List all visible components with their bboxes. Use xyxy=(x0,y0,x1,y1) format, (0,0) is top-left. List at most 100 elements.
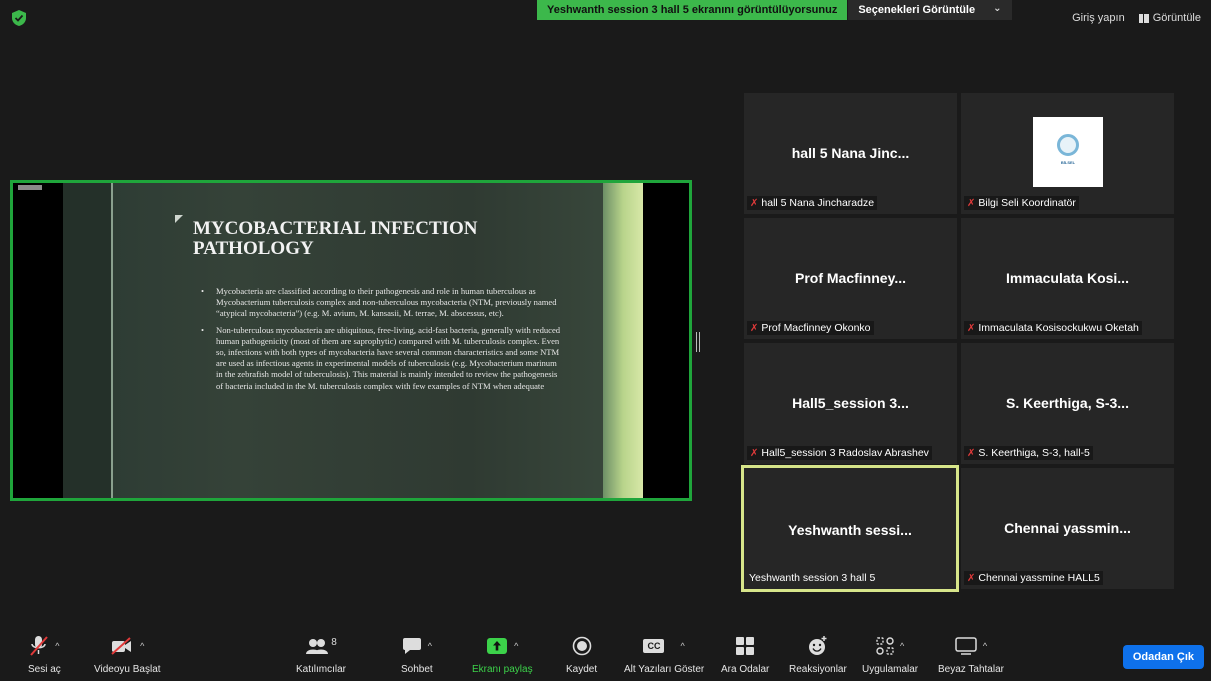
share-screen-label: Ekranı paylaş xyxy=(472,664,533,675)
participant-name: Prof Macfinney... xyxy=(795,270,906,286)
reactions-button[interactable]: Reaksiyonlar xyxy=(789,634,847,675)
slide-bullet: Non-tuberculous mycobacteria are ubiquit… xyxy=(201,325,561,392)
apps-button[interactable]: ^ Uygulamalar xyxy=(862,634,918,675)
mic-muted-icon xyxy=(30,636,49,656)
apps-caret-icon[interactable]: ^ xyxy=(900,641,904,651)
participant-tile[interactable]: Immaculata Kosi... ✗ Immaculata Kosisocku… xyxy=(961,218,1174,339)
participant-label-text: Prof Macfinney Okonko xyxy=(761,322,871,334)
chevron-down-icon[interactable]: ⌄ xyxy=(985,0,1012,20)
apps-label: Uygulamalar xyxy=(862,664,919,675)
participant-label-text: S. Keerthiga, S-3, hall-5 xyxy=(978,447,1090,459)
captions-caret-icon[interactable]: ^ xyxy=(680,641,684,651)
whiteboards-label: Beyaz Tahtalar xyxy=(938,664,1004,675)
participant-tile[interactable]: BİLSEL ✗ Bilgi Seli Koordinatör xyxy=(961,93,1174,214)
shared-screen[interactable]: MYCOBACTERIAL INFECTION PATHOLOGY Mycoba… xyxy=(10,180,692,501)
slide-right-band xyxy=(603,183,643,498)
chat-caret-icon[interactable]: ^ xyxy=(428,641,432,651)
zoom-meeting-window: Yeshwanth session 3 hall 5 ekranını görü… xyxy=(0,0,1211,681)
share-banner-text: Yeshwanth session 3 hall 5 ekranını görü… xyxy=(537,0,848,20)
view-options-button[interactable]: Seçenekleri Görüntüle xyxy=(847,0,986,20)
shield-check-icon[interactable] xyxy=(12,10,26,26)
participant-name: S. Keerthiga, S-3... xyxy=(1006,395,1129,411)
reactions-smiley-icon xyxy=(808,636,827,655)
top-right-controls: Giriş yapın Görüntüle xyxy=(1072,12,1201,24)
audio-caret-icon[interactable]: ^ xyxy=(55,641,59,651)
muted-mic-icon: ✗ xyxy=(750,322,759,334)
participant-tile[interactable]: S. Keerthiga, S-3... ✗ S. Keerthiga, S-3,… xyxy=(961,343,1174,464)
screen-share-banner: Yeshwanth session 3 hall 5 ekranını görü… xyxy=(537,0,1012,20)
participants-count: 8 xyxy=(331,636,337,648)
share-caret-icon[interactable]: ^ xyxy=(514,641,518,651)
muted-mic-icon: ✗ xyxy=(750,447,759,459)
leave-meeting-button[interactable]: Odadan Çık xyxy=(1122,645,1204,669)
participant-name: Hall5_session 3... xyxy=(792,395,909,411)
breakout-rooms-button[interactable]: Ara Odalar xyxy=(721,634,769,675)
split-resize-handle[interactable] xyxy=(696,332,700,352)
participants-label: Katılımcılar xyxy=(296,664,347,675)
participant-label: ✗ Prof Macfinney Okonko xyxy=(747,321,874,335)
participant-label-text: Immaculata Kosisockukwu Oketah xyxy=(978,322,1139,334)
participant-tile-active-speaker[interactable]: Yeshwanth sessi... Yeshwanth session 3 h… xyxy=(741,465,959,592)
record-icon xyxy=(572,636,591,656)
show-captions-button[interactable]: CC ^ Alt Yazıları Göster xyxy=(624,634,704,675)
record-button[interactable]: Kaydet xyxy=(566,634,597,675)
show-captions-label: Alt Yazıları Göster xyxy=(624,664,705,675)
chat-button[interactable]: ^ Sohbet xyxy=(401,634,433,675)
participant-name: Yeshwanth sessi... xyxy=(788,522,912,538)
participant-label: ✗ Bilgi Seli Koordinatör xyxy=(964,196,1079,210)
logo-text: BİLSEL xyxy=(1060,160,1076,165)
chat-label: Sohbet xyxy=(401,664,433,675)
participant-avatar-logo: BİLSEL xyxy=(1033,117,1103,187)
participant-label-text: Chennai yassmine HALL5 xyxy=(978,572,1100,584)
captions-icon: CC xyxy=(643,639,665,653)
slide-corner-mark xyxy=(175,215,183,223)
slide-title: MYCOBACTERIAL INFECTION PATHOLOGY xyxy=(193,218,478,259)
participant-tile[interactable]: Prof Macfinney... ✗ Prof Macfinney Okonko xyxy=(744,218,957,339)
participant-name: Immaculata Kosi... xyxy=(1006,270,1129,286)
whiteboard-icon xyxy=(955,637,977,655)
participant-label: Yeshwanth session 3 hall 5 xyxy=(746,571,878,585)
participant-label: ✗ S. Keerthiga, S-3, hall-5 xyxy=(964,446,1093,460)
share-screen-button[interactable]: ^ Ekranı paylaş xyxy=(472,634,533,675)
participant-label: ✗ hall 5 Nana Jincharadze xyxy=(747,196,878,210)
logo-emblem xyxy=(1057,134,1079,156)
view-layout-icon xyxy=(1138,13,1149,23)
meeting-toolbar: ^ Sesi aç ^ Videoyu Başlat 8 Katılımcıla… xyxy=(0,630,1211,681)
participant-tile[interactable]: hall 5 Nana Jinc... ✗ hall 5 Nana Jinchar… xyxy=(744,93,957,214)
participant-label: ✗ Chennai yassmine HALL5 xyxy=(964,571,1103,585)
muted-mic-icon: ✗ xyxy=(967,572,976,584)
slide-bullet: Mycobacteria are classified according to… xyxy=(201,286,561,320)
start-video-button[interactable]: ^ Videoyu Başlat xyxy=(94,634,161,675)
slide-body: Mycobacteria are classified according to… xyxy=(201,286,561,397)
chat-bubble-icon xyxy=(402,638,421,654)
participant-tile[interactable]: Hall5_session 3... ✗ Hall5_session 3 Rado… xyxy=(744,343,957,464)
slide-left-band xyxy=(63,183,113,498)
sign-in-link[interactable]: Giriş yapın xyxy=(1072,12,1125,24)
participant-label: ✗ Immaculata Kosisockukwu Oketah xyxy=(964,321,1142,335)
participants-button[interactable]: 8 Katılımcılar xyxy=(296,634,347,676)
video-caret-icon[interactable]: ^ xyxy=(140,641,144,651)
participant-name: hall 5 Nana Jinc... xyxy=(791,145,910,161)
whiteboard-caret-icon[interactable]: ^ xyxy=(983,641,987,651)
muted-mic-icon: ✗ xyxy=(750,197,759,209)
participant-tile[interactable]: Chennai yassmin... ✗ Chennai yassmine HAL… xyxy=(961,468,1174,589)
participant-label-text: Yeshwanth session 3 hall 5 xyxy=(749,572,876,584)
whiteboards-button[interactable]: ^ Beyaz Tahtalar xyxy=(938,634,1004,675)
video-off-icon xyxy=(111,637,132,655)
participant-label: ✗ Hall5_session 3 Radoslav Abrashev xyxy=(747,446,932,460)
participants-icon xyxy=(306,639,329,654)
unmute-label: Sesi aç xyxy=(28,664,61,675)
unmute-button[interactable]: ^ Sesi aç xyxy=(28,634,61,675)
muted-mic-icon: ✗ xyxy=(967,447,976,459)
breakout-rooms-label: Ara Odalar xyxy=(721,664,770,675)
view-label: Görüntüle xyxy=(1152,12,1201,24)
participant-name: Chennai yassmin... xyxy=(1004,520,1131,536)
reactions-label: Reaksiyonlar xyxy=(789,664,847,675)
presentation-slide: MYCOBACTERIAL INFECTION PATHOLOGY Mycoba… xyxy=(63,183,643,498)
screen-corner-tab xyxy=(18,185,42,190)
participant-label-text: Hall5_session 3 Radoslav Abrashev xyxy=(761,447,929,459)
muted-mic-icon: ✗ xyxy=(967,322,976,334)
breakout-rooms-icon xyxy=(736,637,755,655)
muted-mic-icon: ✗ xyxy=(967,197,976,209)
view-button[interactable]: Görüntüle xyxy=(1138,12,1201,24)
